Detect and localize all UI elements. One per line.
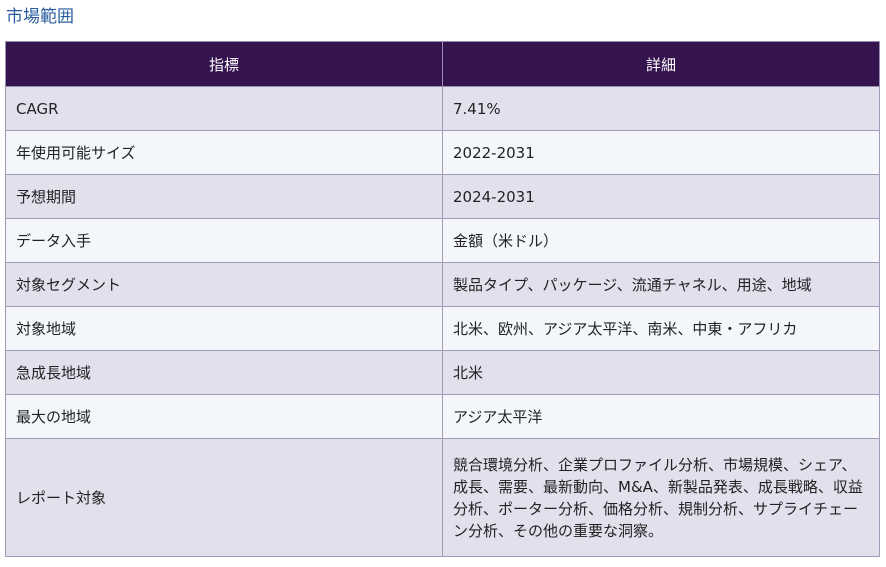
table-row: 急成長地域 北米 xyxy=(5,350,880,395)
detail-cell: 競合環境分析、企業プロファイル分析、市場規模、シェア、成長、需要、最新動向、M&… xyxy=(442,438,880,557)
metric-cell: データ入手 xyxy=(5,218,443,263)
table-row: CAGR 7.41% xyxy=(5,86,880,131)
metric-cell: 急成長地域 xyxy=(5,350,443,395)
market-scope-table: 指標 詳細 CAGR 7.41% 年使用可能サイズ 2022-2031 予想期間… xyxy=(5,41,880,557)
metric-cell: 最大の地域 xyxy=(5,394,443,439)
detail-cell: 2022-2031 xyxy=(442,130,880,175)
table-row: データ入手 金額（米ドル） xyxy=(5,218,880,263)
metric-cell: CAGR xyxy=(5,86,443,131)
metric-cell: レポート対象 xyxy=(5,438,443,557)
header-metric: 指標 xyxy=(5,41,443,87)
metric-cell: 年使用可能サイズ xyxy=(5,130,443,175)
detail-cell: 北米 xyxy=(442,350,880,395)
table-row: レポート対象 競合環境分析、企業プロファイル分析、市場規模、シェア、成長、需要、… xyxy=(5,438,880,557)
detail-cell: 製品タイプ、パッケージ、流通チャネル、用途、地域 xyxy=(442,262,880,307)
detail-cell: 北米、欧州、アジア太平洋、南米、中東・アフリカ xyxy=(442,306,880,351)
metric-cell: 対象地域 xyxy=(5,306,443,351)
metric-cell: 対象セグメント xyxy=(5,262,443,307)
detail-cell: 金額（米ドル） xyxy=(442,218,880,263)
header-detail: 詳細 xyxy=(442,41,880,87)
metric-cell: 予想期間 xyxy=(5,174,443,219)
table-header-row: 指標 詳細 xyxy=(5,41,880,87)
table-row: 対象セグメント 製品タイプ、パッケージ、流通チャネル、用途、地域 xyxy=(5,262,880,307)
detail-cell: 2024-2031 xyxy=(442,174,880,219)
table-row: 予想期間 2024-2031 xyxy=(5,174,880,219)
table-row: 最大の地域 アジア太平洋 xyxy=(5,394,880,439)
table-row: 対象地域 北米、欧州、アジア太平洋、南米、中東・アフリカ xyxy=(5,306,880,351)
detail-cell: 7.41% xyxy=(442,86,880,131)
detail-cell: アジア太平洋 xyxy=(442,394,880,439)
table-row: 年使用可能サイズ 2022-2031 xyxy=(5,130,880,175)
section-heading: 市場範囲 xyxy=(6,7,74,27)
